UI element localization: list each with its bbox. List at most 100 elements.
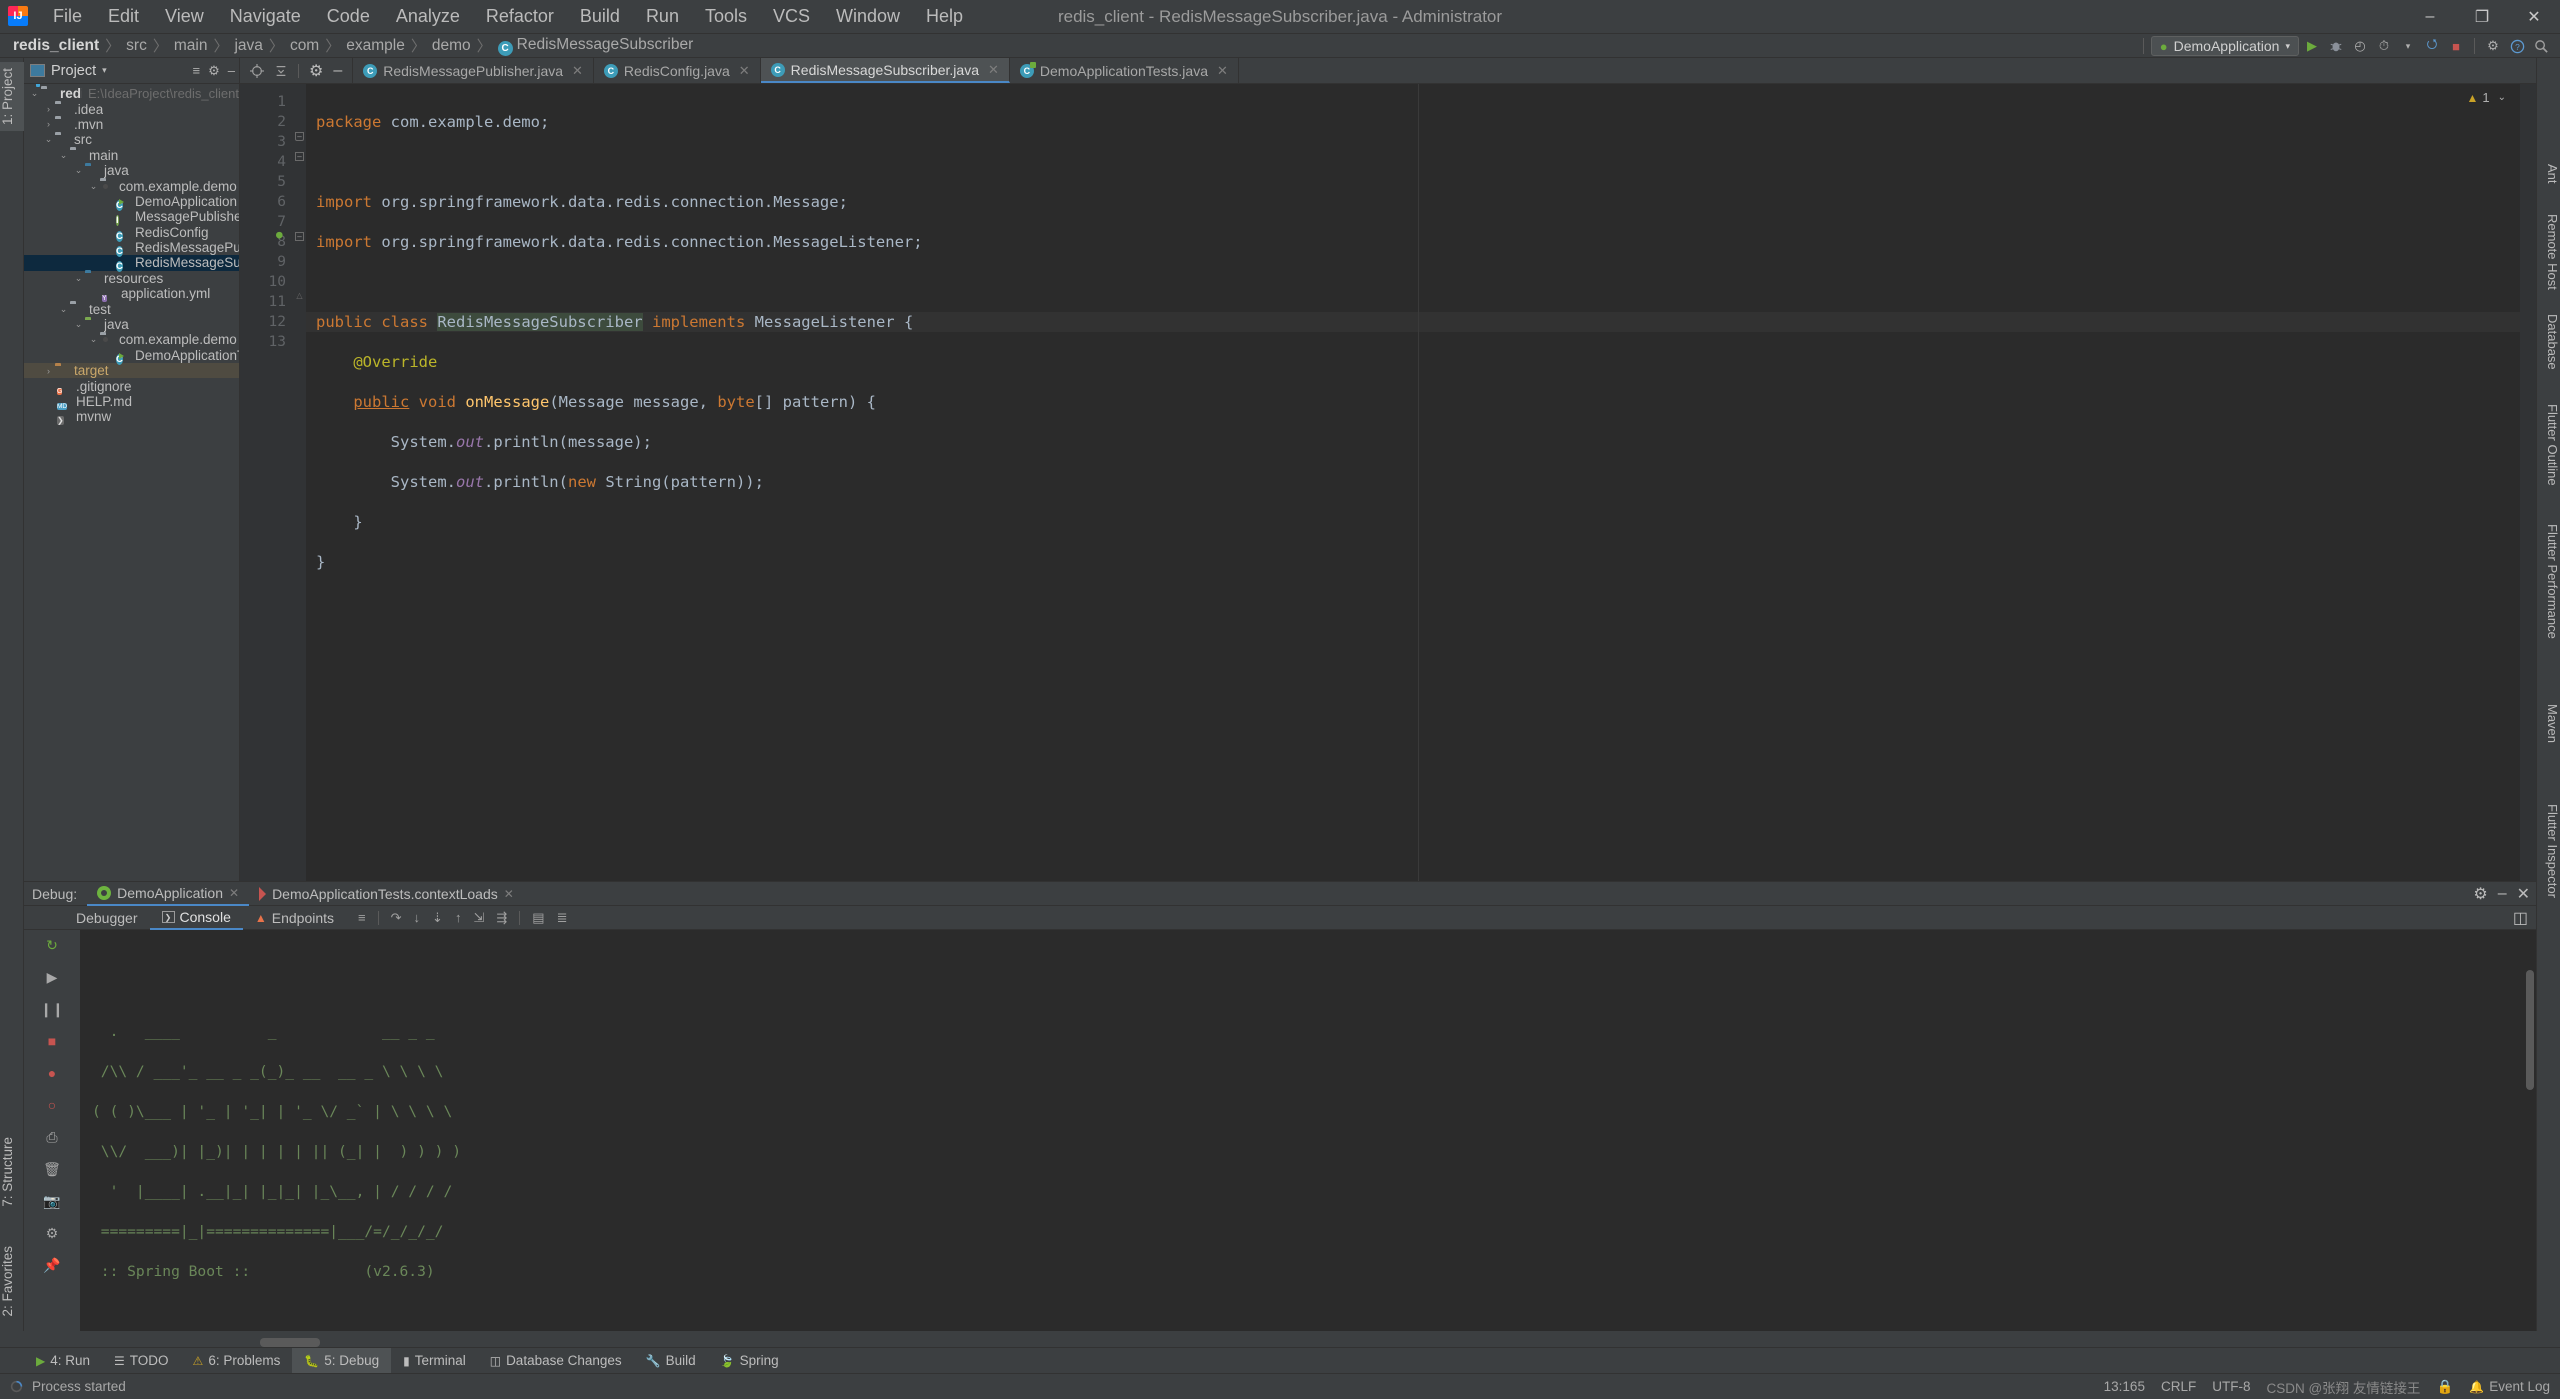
- rerun-icon[interactable]: ↻: [41, 936, 63, 954]
- expand-arrow-icon[interactable]: ⌄: [72, 273, 85, 284]
- tool-window-database-changes[interactable]: ◫ Database Changes: [478, 1348, 634, 1374]
- force-step-into-icon[interactable]: ⇣: [432, 910, 443, 926]
- inspection-widget[interactable]: ▲ 1 ⌄: [2466, 90, 2506, 105]
- tool-window-build[interactable]: 🔧 Build: [634, 1348, 708, 1374]
- expand-arrow-icon[interactable]: ⌄: [28, 88, 41, 99]
- settings-icon[interactable]: ⚙: [309, 61, 323, 81]
- chevron-down-icon[interactable]: ⌄: [2498, 92, 2506, 103]
- expand-arrow-icon[interactable]: ⌄: [72, 319, 85, 330]
- sidebar-item-flutter-outline[interactable]: Flutter Outline: [2536, 398, 2560, 492]
- step-over-icon[interactable]: ↷: [391, 910, 402, 926]
- fold-region-icon[interactable]: –: [295, 152, 304, 161]
- close-icon[interactable]: ✕: [739, 63, 750, 79]
- tree-item-redis-message-publisher[interactable]: C RedisMessagePublisher: [24, 240, 239, 258]
- tree-item-help-md[interactable]: MD HELP.md: [24, 394, 239, 410]
- tree-item-demo-application[interactable]: C DemoApplication: [24, 194, 239, 211]
- sidebar-item-project[interactable]: 1: Project: [0, 62, 24, 132]
- subtab-endpoints[interactable]: ▲ Endpoints: [243, 906, 346, 930]
- fold-end-icon[interactable]: △: [295, 292, 304, 301]
- breadcrumb-demo[interactable]: demo: [427, 37, 476, 55]
- search-everywhere-icon[interactable]: [2530, 36, 2552, 56]
- horizontal-scrollbar[interactable]: [260, 1338, 320, 1347]
- tab-redis-message-subscriber[interactable]: C RedisMessageSubscriber.java ✕: [760, 58, 1010, 83]
- tree-item-mvn[interactable]: › .mvn: [24, 117, 239, 132]
- lock-icon[interactable]: 🔒: [2436, 1379, 2453, 1395]
- tree-item-application-yml[interactable]: Y application.yml: [24, 286, 239, 303]
- menu-file[interactable]: File: [40, 3, 95, 30]
- tree-item-mvnw[interactable]: ❯ mvnw: [24, 409, 239, 426]
- locate-icon[interactable]: [250, 63, 264, 78]
- expand-arrow-icon[interactable]: ›: [42, 366, 55, 376]
- sidebar-item-ant[interactable]: Ant: [2536, 158, 2560, 190]
- tool-window-debug[interactable]: 🐛 5: Debug: [292, 1347, 392, 1374]
- minimize-icon[interactable]: –: [2498, 885, 2507, 903]
- breadcrumb-src[interactable]: src: [121, 37, 152, 55]
- settings-icon[interactable]: ⚙: [208, 63, 220, 79]
- tree-item-package-main[interactable]: ⌄ com.example.demo: [24, 178, 239, 194]
- tool-window-problems[interactable]: ⚠ 6: Problems: [181, 1348, 293, 1374]
- tree-item-gitignore[interactable]: G .gitignore: [24, 378, 239, 395]
- profile-button[interactable]: ⏱: [2373, 36, 2395, 56]
- stop-icon[interactable]: ■: [41, 1032, 63, 1050]
- close-icon[interactable]: ✕: [504, 887, 514, 901]
- tool-window-terminal[interactable]: ▮ Terminal: [391, 1348, 478, 1374]
- screenshot-icon[interactable]: 📷: [41, 1192, 63, 1210]
- close-icon[interactable]: ✕: [988, 62, 999, 78]
- tree-item-test[interactable]: ⌄ test: [24, 301, 239, 317]
- expand-arrow-icon[interactable]: ⌄: [72, 165, 85, 176]
- sidebar-item-database[interactable]: Database: [2536, 308, 2560, 376]
- tab-demo-application-tests[interactable]: C DemoApplicationTests.java ✕: [1010, 58, 1239, 83]
- pause-icon[interactable]: ❙❙: [40, 1000, 63, 1018]
- tree-item-main[interactable]: ⌄ main: [24, 148, 239, 163]
- console-output[interactable]: ↑ . ____ _ __ _ _ /\\ / ___'_ __ _ _(_)_…: [80, 930, 2536, 1331]
- menu-build[interactable]: Build: [567, 3, 633, 30]
- subtab-console[interactable]: ❯ Console: [149, 906, 243, 930]
- run-configuration-selector[interactable]: ● DemoApplication ▾: [2150, 36, 2299, 56]
- collapse-all-icon[interactable]: [274, 64, 288, 78]
- breadcrumb-java[interactable]: java: [229, 37, 267, 55]
- tree-item-idea[interactable]: › .idea: [24, 101, 239, 117]
- sidebar-item-flutter-performance[interactable]: Flutter Performance: [2536, 518, 2560, 645]
- help-icon[interactable]: ?: [2506, 36, 2528, 56]
- sidebar-item-structure[interactable]: 7: Structure: [0, 1131, 24, 1213]
- menu-refactor[interactable]: Refactor: [473, 3, 567, 30]
- tree-item-package-test[interactable]: ⌄ com.example.demo: [24, 332, 239, 347]
- run-button[interactable]: ▶: [2301, 36, 2323, 56]
- menu-tools[interactable]: Tools: [692, 3, 760, 30]
- tool-window-todo[interactable]: ☰ TODO: [102, 1348, 181, 1374]
- debug-tab-context-loads[interactable]: DemoApplicationTests.contextLoads ✕: [249, 882, 524, 906]
- close-icon[interactable]: ✕: [1217, 63, 1228, 79]
- layout-settings-icon[interactable]: ≡: [358, 910, 366, 925]
- mute-breakpoints-icon[interactable]: ○: [41, 1096, 63, 1114]
- tree-item-resources[interactable]: ⌄ resources: [24, 271, 239, 286]
- tree-item-redis-client[interactable]: ⌄ redis_client E:\IdeaProject\redis_clie…: [24, 86, 239, 101]
- collapse-all-icon[interactable]: ≡: [193, 63, 201, 78]
- file-encoding[interactable]: UTF-8: [2212, 1379, 2250, 1394]
- debug-tab-demo-application[interactable]: DemoApplication ✕: [87, 882, 250, 906]
- tree-item-message-publisher[interactable]: I MessagePublisher: [24, 209, 239, 227]
- settings-icon[interactable]: ⚙: [2473, 884, 2487, 904]
- debug-button[interactable]: [2325, 36, 2347, 56]
- settings-icon[interactable]: ⚙: [2482, 36, 2504, 56]
- menu-analyze[interactable]: Analyze: [383, 3, 473, 30]
- drop-frame-icon[interactable]: ⇲: [473, 910, 484, 926]
- tree-item-redis-message-subscriber[interactable]: C RedisMessageSubscriber: [24, 255, 239, 273]
- tree-item-target[interactable]: › target: [24, 363, 239, 379]
- hide-icon[interactable]: –: [333, 62, 342, 80]
- expand-arrow-icon[interactable]: ⌄: [87, 181, 100, 192]
- tab-redis-message-publisher[interactable]: C RedisMessagePublisher.java ✕: [353, 58, 594, 83]
- split-mode-icon[interactable]: ◫: [2513, 908, 2528, 928]
- resume-icon[interactable]: ▶: [41, 968, 63, 986]
- step-into-icon[interactable]: ↓: [414, 910, 421, 925]
- console-scrollbar[interactable]: [2526, 970, 2534, 1090]
- menu-view[interactable]: View: [152, 3, 217, 30]
- step-out-icon[interactable]: ↑: [455, 910, 462, 925]
- expand-arrow-icon[interactable]: ›: [42, 119, 55, 129]
- expand-arrow-icon[interactable]: ⌄: [42, 134, 55, 145]
- menu-navigate[interactable]: Navigate: [217, 3, 314, 30]
- tree-item-java-test[interactable]: ⌄ java: [24, 317, 239, 332]
- breadcrumb-example[interactable]: example: [341, 37, 410, 55]
- close-button[interactable]: ✕: [2508, 0, 2560, 34]
- update-button[interactable]: ⭯: [2421, 36, 2443, 56]
- maximize-button[interactable]: ❐: [2456, 0, 2508, 34]
